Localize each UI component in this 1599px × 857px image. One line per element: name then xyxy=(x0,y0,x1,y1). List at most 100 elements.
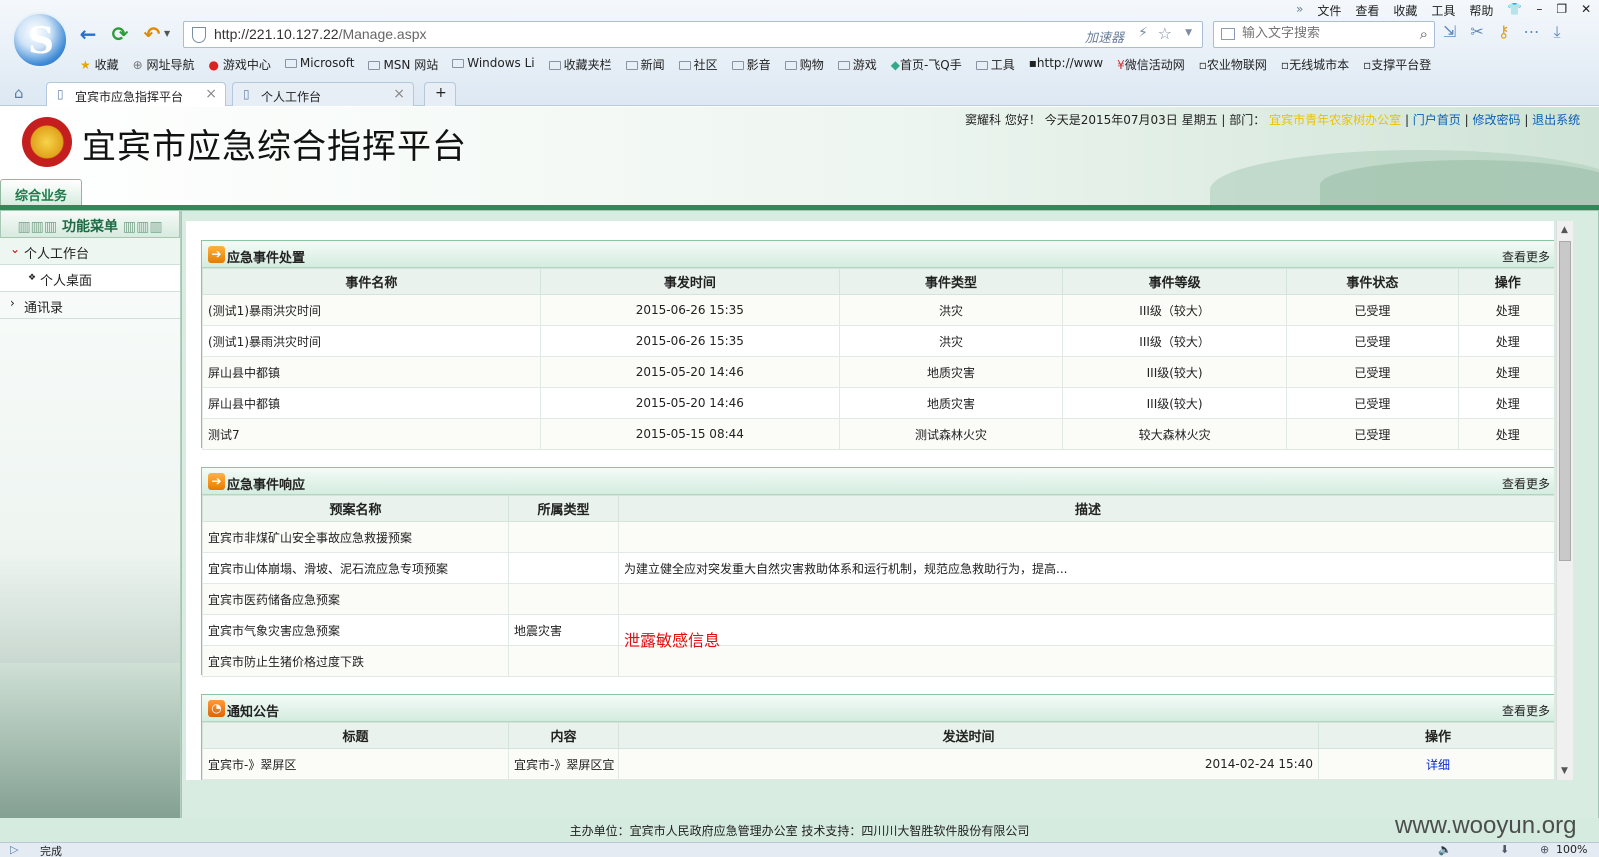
notice-time: 2014-02-24 15:40 xyxy=(618,748,1319,780)
zoom-level[interactable]: 100% xyxy=(1556,843,1587,856)
refresh-icon[interactable]: ⟳ xyxy=(108,22,132,46)
folder-icon xyxy=(731,61,744,70)
folder-icon xyxy=(975,61,988,70)
view-more-link[interactable]: 查看更多 xyxy=(1502,475,1550,492)
menu-tools[interactable]: 工具 xyxy=(1431,2,1455,19)
address-bar[interactable]: http://221.10.127.22/Manage.aspx 加速器 ⚡ ☆… xyxy=(183,21,1203,48)
download-manager-icon[interactable]: ⬇ xyxy=(1500,843,1509,856)
column-header: 预案名称 xyxy=(202,495,509,522)
sidebar-item-personal-desktop[interactable]: ❖ 个人桌面 xyxy=(0,265,180,292)
scroll-down-icon[interactable]: ▼ xyxy=(1561,766,1568,776)
bookmark-item[interactable]: 收藏夹栏 xyxy=(548,56,612,74)
status-bar: ▷ 完成 🔈 ⬇ ⊕ 100% xyxy=(0,842,1599,857)
search-input[interactable] xyxy=(1242,26,1402,41)
bookmark-item[interactable]: ★ 收藏 xyxy=(80,56,119,74)
bookmark-item[interactable]: ◆首页-飞Q手 xyxy=(891,56,962,74)
home-icon[interactable]: ⌂ xyxy=(14,84,24,102)
handle-action[interactable]: 处理 xyxy=(1457,325,1554,357)
speaker-icon[interactable]: 🔈 xyxy=(1438,843,1452,856)
view-more-link[interactable]: 查看更多 xyxy=(1502,248,1550,265)
menu-file[interactable]: 文件 xyxy=(1317,2,1341,19)
bookmark-item[interactable]: ● 游戏中心 xyxy=(209,56,271,74)
bookmark-item[interactable]: Microsoft xyxy=(284,56,354,74)
menu-favorites[interactable]: 收藏 xyxy=(1393,2,1417,19)
vertical-scrollbar[interactable]: ▲ ▼ xyxy=(1556,221,1573,780)
handle-action[interactable]: 处理 xyxy=(1457,356,1554,388)
page-footer: 主办单位：宜宾市人民政府应急管理办公室 技术支持：四川川大智胜软件股份有限公司 xyxy=(0,818,1599,842)
more-icon[interactable]: ⋯ xyxy=(1524,22,1540,42)
bookmark-item[interactable]: 购物 xyxy=(784,56,824,74)
bookmark-item[interactable]: 游戏 xyxy=(837,56,877,74)
lightning-icon[interactable]: ⚡ xyxy=(1138,25,1148,41)
accelerator-label[interactable]: 加速器 xyxy=(1085,27,1124,46)
sidebar-toggle-icon[interactable]: ▷ xyxy=(10,843,18,856)
star-icon[interactable]: ☆ xyxy=(1158,24,1172,43)
dept-label: | 部门： xyxy=(1221,113,1266,127)
panel-title: 应急事件处置 xyxy=(227,251,306,266)
plan-name: 宜宾市山体崩塌、滑坡、泥石流应急专项预案 xyxy=(202,552,509,584)
bookmark-item[interactable]: MSN 网站 xyxy=(368,56,438,74)
back-icon[interactable]: ← xyxy=(76,22,100,46)
plan-type xyxy=(508,552,619,584)
browser-logo: S xyxy=(12,12,68,68)
close-tab-icon[interactable]: × xyxy=(393,86,405,102)
logout-link[interactable]: 退出系统 xyxy=(1532,113,1580,127)
download-icon[interactable]: ⤓ xyxy=(1554,22,1561,42)
dept-name: 宜宾市青年农家树办公室 xyxy=(1269,113,1402,127)
detail-link[interactable]: 详细 xyxy=(1426,758,1450,772)
tab-personal-workbench[interactable]: ▯ 个人工作台 × xyxy=(232,82,414,106)
event-status: 已受理 xyxy=(1286,418,1459,450)
undo-icon[interactable]: ↶ xyxy=(140,22,164,46)
zoom-icon[interactable]: ⊕ xyxy=(1540,843,1549,856)
portal-home-link[interactable]: 门户首页 xyxy=(1413,113,1461,127)
scissors-icon[interactable]: ✂ xyxy=(1470,22,1483,42)
handle-action[interactable]: 处理 xyxy=(1457,418,1554,450)
close-tab-icon[interactable]: × xyxy=(205,86,217,102)
chevron-down-icon[interactable]: ▼ xyxy=(164,29,170,38)
dropdown-icon[interactable]: ▼ xyxy=(1185,28,1192,38)
skin-icon[interactable]: 👕 xyxy=(1507,2,1522,19)
scrollbar-thumb[interactable] xyxy=(1559,241,1571,561)
handle-action[interactable]: 处理 xyxy=(1457,387,1554,419)
scroll-up-icon[interactable]: ▲ xyxy=(1561,225,1568,235)
view-more-link[interactable]: 查看更多 xyxy=(1502,702,1550,719)
plan-description xyxy=(618,645,1554,677)
bookmark-item[interactable]: ⊕ 网址导航 xyxy=(133,56,195,74)
sidebar-item-contacts[interactable]: › 通讯录 xyxy=(0,292,180,319)
minimize-button[interactable]: – xyxy=(1536,2,1542,19)
bookmark-item[interactable]: 新闻 xyxy=(625,56,665,74)
response-table: 预案名称 所属类型 描述 宜宾市非煤矿山安全事故应急救援预案 宜宾市山体崩塌、滑… xyxy=(202,495,1554,677)
menu-view[interactable]: 查看 xyxy=(1355,2,1379,19)
column-header: 事件名称 xyxy=(202,268,541,295)
key-icon[interactable]: ⚷ xyxy=(1498,22,1510,42)
folder-icon xyxy=(784,61,797,70)
footer-text: 主办单位：宜宾市人民政府应急管理办公室 技术支持：四川川大智胜软件股份有限公司 xyxy=(569,824,1030,838)
search-box[interactable]: ⌕ xyxy=(1213,21,1435,48)
tab-emergency-platform[interactable]: ▯ 宜宾市应急指挥平台 × xyxy=(46,82,226,106)
watermark: www.wooyun.org xyxy=(1395,812,1577,839)
menu-help[interactable]: 帮助 xyxy=(1469,2,1493,19)
close-window-button[interactable]: ✕ xyxy=(1581,2,1591,19)
new-tab-button[interactable]: + xyxy=(424,82,456,106)
bookmark-item[interactable]: 社区 xyxy=(678,56,718,74)
search-engine-icon[interactable] xyxy=(1221,28,1235,40)
sidebar-item-personal-workbench[interactable]: ⌄ 个人工作台 xyxy=(0,238,180,265)
search-icon[interactable]: ⌕ xyxy=(1420,25,1428,43)
tab-general-business[interactable]: 综合业务 xyxy=(0,179,82,206)
import-icon[interactable]: ⇲ xyxy=(1443,22,1456,42)
bookmark-item[interactable]: ▫无线城市本 xyxy=(1281,56,1349,74)
bookmark-item[interactable]: ▪http://www xyxy=(1029,56,1103,74)
bookmark-item[interactable]: Windows Li xyxy=(452,56,535,74)
bookmark-item[interactable]: ▫支撑平台登 xyxy=(1363,56,1431,74)
restore-button[interactable]: ❐ xyxy=(1556,2,1567,19)
table-row: (测试1)暴雨洪灾时间 2015-06-26 15:35 洪灾 III级（较大）… xyxy=(202,294,1554,326)
handle-action[interactable]: 处理 xyxy=(1457,294,1554,326)
folder-icon xyxy=(284,59,297,68)
bookmark-item[interactable]: ▫农业物联网 xyxy=(1199,56,1267,74)
change-password-link[interactable]: 修改密码 xyxy=(1472,113,1520,127)
sidebar-item-label: 通讯录 xyxy=(24,301,64,316)
menu-expand-icon[interactable]: » xyxy=(1296,2,1303,19)
bookmark-item[interactable]: ¥微信活动网 xyxy=(1117,56,1185,74)
bookmark-item[interactable]: 影音 xyxy=(731,56,771,74)
bookmark-item[interactable]: 工具 xyxy=(975,56,1015,74)
